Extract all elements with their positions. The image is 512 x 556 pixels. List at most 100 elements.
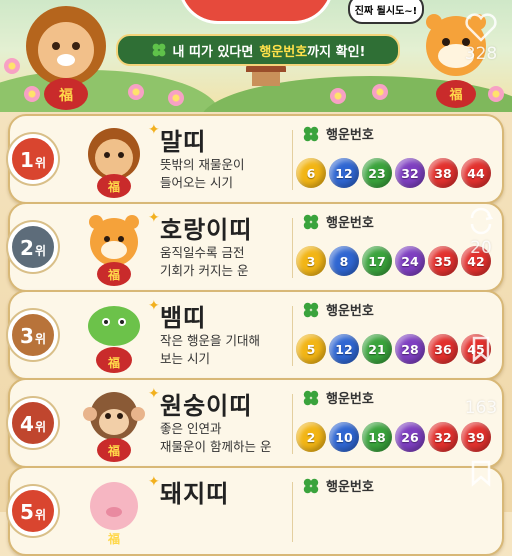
lucky-number-ball: 32 xyxy=(428,422,458,452)
lucky-number-ball: 17 xyxy=(362,246,392,276)
temple-illustration xyxy=(246,64,286,88)
lucky-number-ball: 24 xyxy=(395,246,425,276)
divider xyxy=(292,306,293,366)
rank-number: 3 xyxy=(20,324,34,348)
svg-text:福: 福 xyxy=(107,531,120,546)
zodiac-character-illustration: 福 xyxy=(88,306,140,373)
save-action[interactable] xyxy=(458,458,504,488)
clover-icon xyxy=(303,302,319,317)
svg-text:福: 福 xyxy=(107,355,120,370)
zodiac-sign-title: 돼지띠 xyxy=(160,480,230,508)
lucky-number-label: 행운번호 xyxy=(326,480,374,495)
lucky-number-row: 2 10 18 26 32 39 xyxy=(296,422,491,452)
lucky-number-ball: 35 xyxy=(428,246,458,276)
rank-unit: 위 xyxy=(34,508,46,522)
rank-unit: 위 xyxy=(34,420,46,434)
sparkle-decoration: ✦ xyxy=(148,122,160,138)
lucky-number-ball: 2 xyxy=(296,422,326,452)
lucky-number-ball: 10 xyxy=(329,422,359,452)
rank-number: 5 xyxy=(20,500,34,524)
fortune-line: 뜻밖의 재물운이 xyxy=(160,157,245,172)
banner-text-prefix: 내 띠가 있다면 xyxy=(172,44,254,60)
share-action[interactable]: 20 xyxy=(458,206,504,258)
divider xyxy=(292,482,293,542)
rank-number: 2 xyxy=(20,236,34,260)
fortune-line: 들어오는 시기 xyxy=(160,175,233,190)
divider xyxy=(292,130,293,190)
lucky-number-ball: 8 xyxy=(329,246,359,276)
ranking-card: 5위 福 ✦ 돼지띠 행운번호 xyxy=(8,466,504,556)
comment-count: 163 xyxy=(464,398,498,418)
ranking-card: 3위 福 ✦ 뱀띠 작은 행운을 기대해 보는 시기 행운번호 512 21 2… xyxy=(8,290,504,380)
lucky-number-ball: 44 xyxy=(461,158,491,188)
clover-icon xyxy=(303,478,319,493)
clover-icon xyxy=(152,43,165,57)
zodiac-character-illustration: 福 xyxy=(89,215,139,286)
zodiac-sign-title: 원숭이띠 xyxy=(160,392,253,420)
like-action[interactable]: 328 xyxy=(458,12,504,64)
bookmark-action[interactable] xyxy=(458,334,504,364)
lucky-number-row: 6 12 23 32 38 44 xyxy=(296,158,491,188)
rank-badge: 4위 xyxy=(8,398,58,448)
lucky-number-ball: 12 xyxy=(329,158,359,188)
fortune-line: 기회가 커지는 운 xyxy=(160,263,249,278)
heart-icon xyxy=(465,13,497,42)
lion-mascot: 福 xyxy=(26,6,106,110)
lucky-number-ball: 26 xyxy=(395,422,425,452)
rank-number: 4 xyxy=(20,412,34,436)
clover-icon xyxy=(303,126,319,141)
lucky-number-ball: 6 xyxy=(296,158,326,188)
fortune-line: 좋은 인연과 xyxy=(160,421,222,436)
subtitle-banner: 내 띠가 있다면 행운번호까지 확인! xyxy=(116,34,400,66)
fortune-description: 뜻밖의 재물운이 들어오는 시기 xyxy=(160,156,300,192)
flower-decoration xyxy=(372,84,388,100)
flag-icon xyxy=(471,460,491,487)
lucky-number-header: 행운번호 xyxy=(302,300,374,319)
lucky-number-ball: 28 xyxy=(395,334,425,364)
lucky-number-header: 행운번호 xyxy=(302,212,374,231)
lucky-number-ball: 39 xyxy=(461,422,491,452)
svg-text:福: 福 xyxy=(107,179,120,194)
fortune-description: 좋은 인연과 재물운이 함께하는 운 xyxy=(160,420,300,456)
lucky-number-ball: 3 xyxy=(296,246,326,276)
ranking-card: 1위 福 ✦ 말띠 뜻밖의 재물운이 들어오는 시기 행운번호 6 12 23 32 3… xyxy=(8,114,504,204)
lucky-number-header: 행운번호 xyxy=(302,476,374,495)
divider xyxy=(292,218,293,278)
rank-badge: 1위 xyxy=(8,134,58,184)
rank-number: 1 xyxy=(20,148,34,172)
sparkle-decoration: ✦ xyxy=(148,474,160,490)
rank-badge: 3위 xyxy=(8,310,58,360)
rank-badge: 5위 xyxy=(8,486,58,536)
clover-icon xyxy=(303,214,319,229)
banner-highlight: 행운번호 xyxy=(259,44,308,60)
lucky-number-header: 행운번호 xyxy=(302,388,374,407)
zodiac-sign-title: 호랑이띠 xyxy=(160,216,253,244)
lucky-number-ball: 5 xyxy=(296,334,326,364)
fortune-line: 재물운이 함께하는 운 xyxy=(160,439,272,454)
lucky-number-header: 행운번호 xyxy=(302,124,374,143)
sparkle-decoration: ✦ xyxy=(148,298,160,314)
clover-icon xyxy=(303,390,319,405)
zodiac-sign-title: 말띠 xyxy=(160,128,207,156)
lucky-number-ball: 38 xyxy=(428,158,458,188)
lucky-number-ball: 12 xyxy=(329,334,359,364)
lucky-number-ball: 23 xyxy=(362,158,392,188)
rank-badge: 2위 xyxy=(8,222,58,272)
rank-unit: 위 xyxy=(34,156,46,170)
lucky-number-ball: 21 xyxy=(362,334,392,364)
zodiac-character-illustration: 福 xyxy=(90,482,138,546)
lucky-number-label: 행운번호 xyxy=(326,392,374,407)
header-banner: 福 福 진짜 될시도~! 내 띠가 있다면 행운번호까지 확인! xyxy=(0,0,512,112)
like-count: 328 xyxy=(464,44,498,64)
zodiac-character-illustration: 福 xyxy=(83,392,145,462)
repost-icon xyxy=(470,207,494,235)
lucky-number-label: 행운번호 xyxy=(326,128,374,143)
lucky-number-ball: 18 xyxy=(362,422,392,452)
flower-decoration xyxy=(128,84,144,100)
fortune-line: 움직일수록 금전 xyxy=(160,245,245,260)
bookmark-icon xyxy=(472,336,490,363)
sparkle-decoration: ✦ xyxy=(148,386,160,402)
fortune-line: 작은 행운을 기대해 xyxy=(160,333,260,348)
svg-text:福: 福 xyxy=(107,443,120,458)
divider xyxy=(292,394,293,454)
